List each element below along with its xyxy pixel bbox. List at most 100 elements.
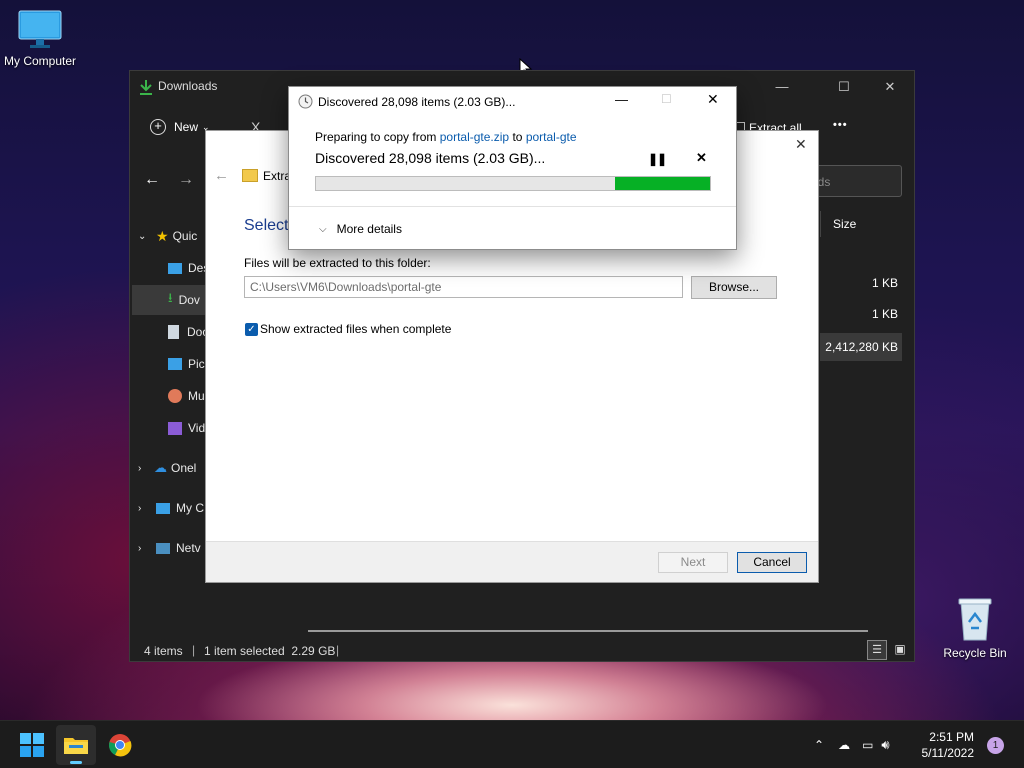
file-row-selected[interactable]: 2,412,280 KB bbox=[820, 333, 902, 361]
next-button[interactable]: Next bbox=[658, 552, 728, 573]
show-files-checkbox[interactable]: ✓ bbox=[245, 323, 258, 336]
size-header-label: Size bbox=[833, 217, 857, 231]
recycle-bin-desktop-icon[interactable]: Recycle Bin bbox=[935, 596, 1015, 660]
horizontal-scrollbar[interactable] bbox=[308, 630, 868, 632]
chevron-right-icon: › bbox=[138, 542, 142, 554]
pictures-icon bbox=[168, 358, 182, 370]
copy-minimize-button[interactable]: — bbox=[615, 92, 628, 107]
nav-label: Quic bbox=[172, 229, 198, 243]
more-details-toggle[interactable]: ⌵ More details bbox=[319, 222, 402, 236]
file-explorer-taskbar-button[interactable] bbox=[56, 725, 96, 765]
chrome-icon bbox=[109, 734, 132, 757]
back-arrow-icon[interactable]: ← bbox=[214, 167, 229, 184]
maximize-button[interactable]: ☐ bbox=[826, 75, 862, 99]
nav-videos[interactable]: Vid bbox=[168, 413, 205, 443]
search-box[interactable]: ads bbox=[806, 165, 902, 197]
copy-dialog-title: Discovered 28,098 items (2.03 GB)... bbox=[318, 95, 516, 109]
network-icon[interactable]: ▭ bbox=[862, 738, 873, 752]
video-icon bbox=[168, 421, 182, 435]
chrome-taskbar-button[interactable] bbox=[100, 725, 140, 765]
download-icon bbox=[140, 80, 152, 95]
more-options-button[interactable]: ••• bbox=[833, 119, 848, 131]
start-button[interactable] bbox=[12, 725, 52, 765]
zip-folder-icon bbox=[242, 169, 258, 182]
active-indicator bbox=[70, 761, 82, 764]
back-arrow-icon[interactable]: ← bbox=[144, 171, 160, 189]
details-view-icon[interactable]: ☰ bbox=[867, 640, 887, 660]
minimize-button[interactable]: — bbox=[764, 75, 800, 99]
cancel-button[interactable]: Cancel bbox=[737, 552, 807, 573]
extract-dialog-title: Extra bbox=[263, 169, 292, 183]
chevron-down-icon: ⌄ bbox=[138, 230, 147, 242]
chevron-down-icon: ⌵ bbox=[319, 223, 327, 235]
preparing-line: Preparing to copy from portal-gte.zip to… bbox=[315, 130, 577, 144]
status-bar: 4 items | 1 item selected 2.29 GB | ☰ ▣ bbox=[130, 637, 914, 663]
new-label: New bbox=[174, 120, 199, 134]
clock-date: 5/11/2022 bbox=[921, 746, 975, 760]
chevron-up-icon[interactable]: ⌃ bbox=[814, 738, 824, 752]
taskbar: ⌃ ☁ ▭ 🔊︎ 2:51 PM 5/11/2022 1 bbox=[0, 720, 1024, 768]
destination-link[interactable]: portal-gte bbox=[526, 130, 577, 144]
clock-time: 2:51 PM bbox=[929, 730, 974, 744]
close-button[interactable]: ✕ bbox=[872, 75, 908, 99]
my-computer-desktop-icon[interactable]: My Computer bbox=[0, 8, 80, 68]
size-column-header[interactable]: Size bbox=[820, 211, 906, 237]
browse-button[interactable]: Browse... bbox=[691, 276, 777, 299]
star-icon: ★ bbox=[156, 227, 169, 244]
new-button[interactable]: + New ⌄ bbox=[150, 119, 210, 135]
selection-info: 1 item selected 2.29 GB bbox=[204, 644, 336, 658]
monitor-icon bbox=[18, 10, 62, 48]
nav-documents[interactable]: Doc bbox=[168, 317, 208, 347]
music-icon bbox=[168, 389, 182, 403]
explorer-title: Downloads bbox=[158, 79, 218, 93]
file-size-cell: 2,412,280 KB bbox=[825, 340, 898, 354]
progress-bar bbox=[315, 176, 711, 191]
chevron-right-icon: › bbox=[138, 502, 142, 514]
recycle-bin-label: Recycle Bin bbox=[943, 646, 1007, 660]
nav-music[interactable]: Mu bbox=[168, 381, 205, 411]
pause-button[interactable]: ❚❚ bbox=[648, 152, 667, 166]
folder-path-value: C:\Users\VM6\Downloads\portal-gte bbox=[250, 280, 442, 294]
my-computer-label: My Computer bbox=[3, 54, 77, 68]
nav-pictures[interactable]: Pic bbox=[168, 349, 205, 379]
progress-fill bbox=[615, 177, 710, 190]
nav-label: My C bbox=[176, 501, 204, 515]
volume-icon[interactable]: 🔊︎ bbox=[881, 738, 889, 753]
notification-badge[interactable]: 1 bbox=[987, 737, 1004, 754]
extract-footer: Next Cancel bbox=[206, 541, 818, 582]
cloud-offline-icon[interactable]: ☁ bbox=[838, 738, 850, 752]
item-count: 4 items bbox=[144, 644, 183, 658]
more-details-label: More details bbox=[336, 222, 402, 236]
nav-network[interactable]: › Netv bbox=[138, 533, 201, 563]
copy-status: Discovered 28,098 items (2.03 GB)... bbox=[315, 150, 546, 166]
nav-onedrive[interactable]: › ☁ Onel bbox=[138, 453, 196, 483]
network-icon bbox=[156, 542, 170, 554]
file-size-cell: 1 KB bbox=[871, 276, 898, 290]
source-link[interactable]: portal-gte.zip bbox=[440, 130, 509, 144]
file-size-cell: 1 KB bbox=[871, 307, 898, 321]
nav-label: Pic bbox=[188, 357, 205, 371]
copy-maximize-button[interactable]: ☐ bbox=[661, 92, 672, 106]
windows-logo-icon bbox=[20, 733, 44, 757]
system-tray: ⌃ ☁ ▭ 🔊︎ bbox=[814, 721, 890, 768]
folder-icon bbox=[64, 738, 88, 754]
download-icon: ⭳ bbox=[168, 290, 173, 305]
nav-quick-access[interactable]: ⌄ ★ Quic bbox=[138, 221, 197, 251]
status-divider: | bbox=[192, 643, 196, 657]
extract-close-icon[interactable]: ✕ bbox=[795, 136, 807, 153]
nav-label: Dov bbox=[178, 293, 200, 307]
clock[interactable]: 2:51 PM 5/11/2022 bbox=[914, 729, 975, 761]
chevron-right-icon: › bbox=[138, 462, 142, 474]
dialog-divider bbox=[289, 206, 736, 207]
copy-close-button[interactable]: ✕ bbox=[707, 91, 719, 108]
preparing-prefix: Preparing to copy from bbox=[315, 130, 437, 144]
tiles-view-icon[interactable]: ▣ bbox=[890, 640, 910, 660]
status-divider: | bbox=[336, 643, 340, 657]
forward-arrow-icon[interactable]: → bbox=[178, 171, 194, 189]
cancel-copy-button[interactable]: ✕ bbox=[696, 150, 707, 166]
nav-desktop[interactable]: Des bbox=[168, 253, 209, 283]
computer-icon bbox=[156, 502, 170, 514]
folder-path-input[interactable]: C:\Users\VM6\Downloads\portal-gte bbox=[244, 276, 683, 298]
nav-my-computer[interactable]: › My C bbox=[138, 493, 204, 523]
nav-label: Mu bbox=[188, 389, 205, 403]
